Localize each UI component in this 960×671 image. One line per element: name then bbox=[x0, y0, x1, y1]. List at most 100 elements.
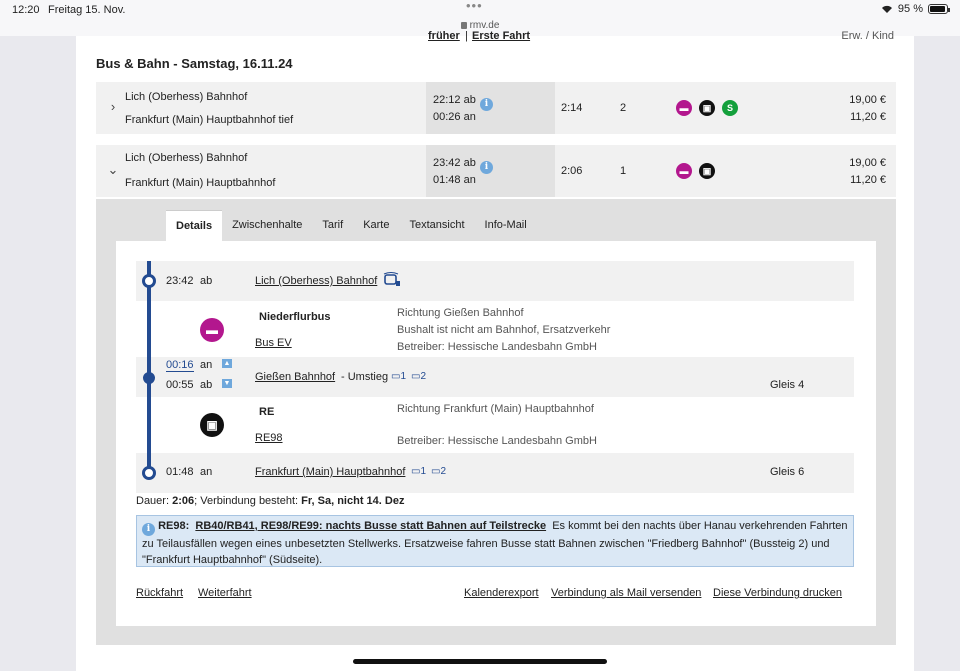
duration-summary: Dauer: 2:06; Verbindung besteht: Fr, Sa,… bbox=[136, 495, 404, 507]
connection-to: Frankfurt (Main) Hauptbahnhof tief bbox=[125, 114, 294, 126]
chevron-down-icon[interactable]: ⌄ bbox=[106, 163, 120, 177]
platform-badge-number: 1 bbox=[400, 371, 407, 382]
notice-title-link[interactable]: RB40/RB41, RE98/RE99: nachts Busse statt… bbox=[195, 520, 546, 532]
platform-badge: ▭2 bbox=[411, 371, 427, 382]
bus-icon: ▬ bbox=[676, 163, 692, 179]
station-map-icon[interactable] bbox=[383, 272, 401, 288]
tab-tarif[interactable]: Tarif bbox=[312, 210, 353, 241]
stop-type: ab bbox=[200, 379, 213, 391]
tab-textansicht[interactable]: Textansicht bbox=[399, 210, 474, 241]
stop-link-frankfurt[interactable]: Frankfurt (Main) Hauptbahnhof bbox=[255, 466, 405, 478]
tab-karte[interactable]: Karte bbox=[353, 210, 399, 241]
leg-product: Niederflurbus bbox=[259, 311, 331, 323]
connection-row-expanded[interactable]: ⌄ Lich (Oberhess) Bahnhof Frankfurt (Mai… bbox=[96, 145, 896, 197]
lock-icon bbox=[460, 22, 467, 29]
leg-direction: Richtung Frankfurt (Main) Hauptbahnhof bbox=[397, 403, 594, 415]
platform: Gleis 4 bbox=[770, 379, 805, 391]
price-child: 11,20 € bbox=[850, 174, 886, 186]
tab-info-mail[interactable]: Info-Mail bbox=[475, 210, 537, 241]
leg-operator: Betreiber: Hessische Landesbahn GmbH bbox=[397, 341, 597, 353]
connection-row[interactable]: › Lich (Oberhess) Bahnhof Frankfurt (Mai… bbox=[96, 82, 896, 134]
battery-percent: 95 % bbox=[897, 3, 923, 15]
departure-time: 23:42 ab bbox=[433, 157, 476, 169]
connection-to: Frankfurt (Main) Hauptbahnhof bbox=[125, 177, 276, 189]
changes: 2 bbox=[620, 102, 627, 114]
info-icon[interactable]: i bbox=[480, 161, 493, 174]
platform: Gleis 6 bbox=[770, 466, 805, 478]
stop-type: ab bbox=[200, 275, 213, 287]
regional-train-icon: ▣ bbox=[200, 413, 224, 437]
duration: 2:14 bbox=[561, 102, 583, 114]
battery-icon bbox=[928, 4, 950, 14]
notice-code: RE98: bbox=[158, 520, 190, 532]
price-header: Erw. / Kind bbox=[841, 30, 894, 42]
action-links: Rückfahrt Weiterfahrt Kalenderexport Ver… bbox=[136, 587, 854, 603]
arrival-time: 00:16 bbox=[166, 359, 194, 372]
platform-badge-number: 1 bbox=[420, 466, 427, 477]
stop-dot-transfer bbox=[143, 372, 155, 384]
print-link[interactable]: Diese Verbindung drucken bbox=[713, 587, 842, 599]
s-bahn-icon: S bbox=[722, 100, 738, 116]
tab-zwischenhalte[interactable]: Zwischenhalte bbox=[222, 210, 312, 241]
stop-row bbox=[136, 357, 854, 397]
stop-time: 01:48 bbox=[166, 466, 194, 478]
price-adult: 19,00 € bbox=[849, 157, 886, 169]
calendar-export-link[interactable]: Kalenderexport bbox=[464, 587, 539, 599]
connection-times: 23:42 ab 01:48 an i bbox=[426, 145, 555, 197]
bus-icon: ▬ bbox=[200, 318, 224, 342]
info-icon: i bbox=[142, 523, 155, 536]
price-child: 11,20 € bbox=[850, 111, 886, 123]
status-right: 95 % bbox=[881, 3, 950, 15]
connection-from: Lich (Oberhess) Bahnhof bbox=[125, 91, 248, 103]
transport-modes: ▬ ▣ bbox=[676, 163, 715, 179]
transfer-label: - Umstieg bbox=[341, 371, 389, 383]
line-link-re98[interactable]: RE98 bbox=[255, 432, 283, 444]
ios-status-bar: 12:20 Freitag 15. Nov. ••• 95 % bbox=[0, 0, 960, 20]
continue-trip-link[interactable]: Weiterfahrt bbox=[198, 587, 252, 599]
connection-from: Lich (Oberhess) Bahnhof bbox=[125, 152, 248, 164]
home-indicator[interactable] bbox=[353, 659, 607, 664]
regional-train-icon: ▣ bbox=[699, 163, 715, 179]
stop-link-lich[interactable]: Lich (Oberhess) Bahnhof bbox=[255, 275, 377, 287]
regional-train-icon: ▣ bbox=[699, 100, 715, 116]
platform-badge-number: 2 bbox=[420, 371, 427, 382]
departure-time: 22:12 ab bbox=[433, 94, 476, 106]
route-line bbox=[147, 261, 151, 473]
stop-row bbox=[136, 261, 854, 301]
validity-label: ; Verbindung besteht: bbox=[194, 495, 302, 507]
validity-days: Fr, Sa, nicht 14. Dez bbox=[301, 495, 405, 507]
arrow-down-icon[interactable]: ▼ bbox=[222, 379, 232, 388]
earlier-link[interactable]: früher bbox=[428, 30, 460, 42]
stop-dot-origin bbox=[142, 274, 156, 288]
details-panel: 23:42 ab Lich (Oberhess) Bahnhof ▬ Niede… bbox=[116, 241, 876, 626]
arrow-up-icon[interactable]: ▲ bbox=[222, 359, 232, 368]
stop-time: 23:42 bbox=[166, 275, 194, 287]
line-link-bus-ev[interactable]: Bus EV bbox=[255, 337, 292, 349]
stop-dot-destination bbox=[142, 466, 156, 480]
stop-row bbox=[136, 453, 854, 493]
return-trip-link[interactable]: Rückfahrt bbox=[136, 587, 183, 599]
info-icon[interactable]: i bbox=[480, 98, 493, 111]
duration-label: Dauer: bbox=[136, 495, 173, 507]
platform-badge: ▭1 bbox=[391, 371, 407, 382]
detail-tabs: Details Zwischenhalte Tarif Karte Textan… bbox=[166, 210, 537, 241]
leg-product: RE bbox=[259, 406, 275, 418]
stop-link-giessen[interactable]: Gießen Bahnhof bbox=[255, 371, 335, 383]
leg-operator: Betreiber: Hessische Landesbahn GmbH bbox=[397, 435, 597, 447]
transport-modes: ▬ ▣ S bbox=[676, 100, 738, 116]
arrival-time: 01:48 an bbox=[433, 174, 476, 186]
arrival-time: 00:26 an bbox=[433, 111, 476, 123]
chevron-right-icon[interactable]: › bbox=[106, 100, 120, 114]
platform-badge-number: 2 bbox=[440, 466, 447, 477]
connection-details: Details Zwischenhalte Tarif Karte Textan… bbox=[96, 199, 896, 645]
section-title: Bus & Bahn - Samstag, 16.11.24 bbox=[96, 56, 293, 71]
platform-badge: ▭2 bbox=[431, 466, 447, 477]
first-trip-link[interactable]: Erste Fahrt bbox=[472, 30, 530, 42]
price-adult: 19,00 € bbox=[849, 94, 886, 106]
tab-details[interactable]: Details bbox=[166, 210, 223, 241]
duration: 2:06 bbox=[561, 165, 583, 177]
changes: 1 bbox=[620, 165, 627, 177]
multitasking-dots[interactable]: ••• bbox=[466, 0, 483, 13]
send-mail-link[interactable]: Verbindung als Mail versenden bbox=[551, 587, 701, 599]
stop-type: an bbox=[200, 466, 213, 478]
